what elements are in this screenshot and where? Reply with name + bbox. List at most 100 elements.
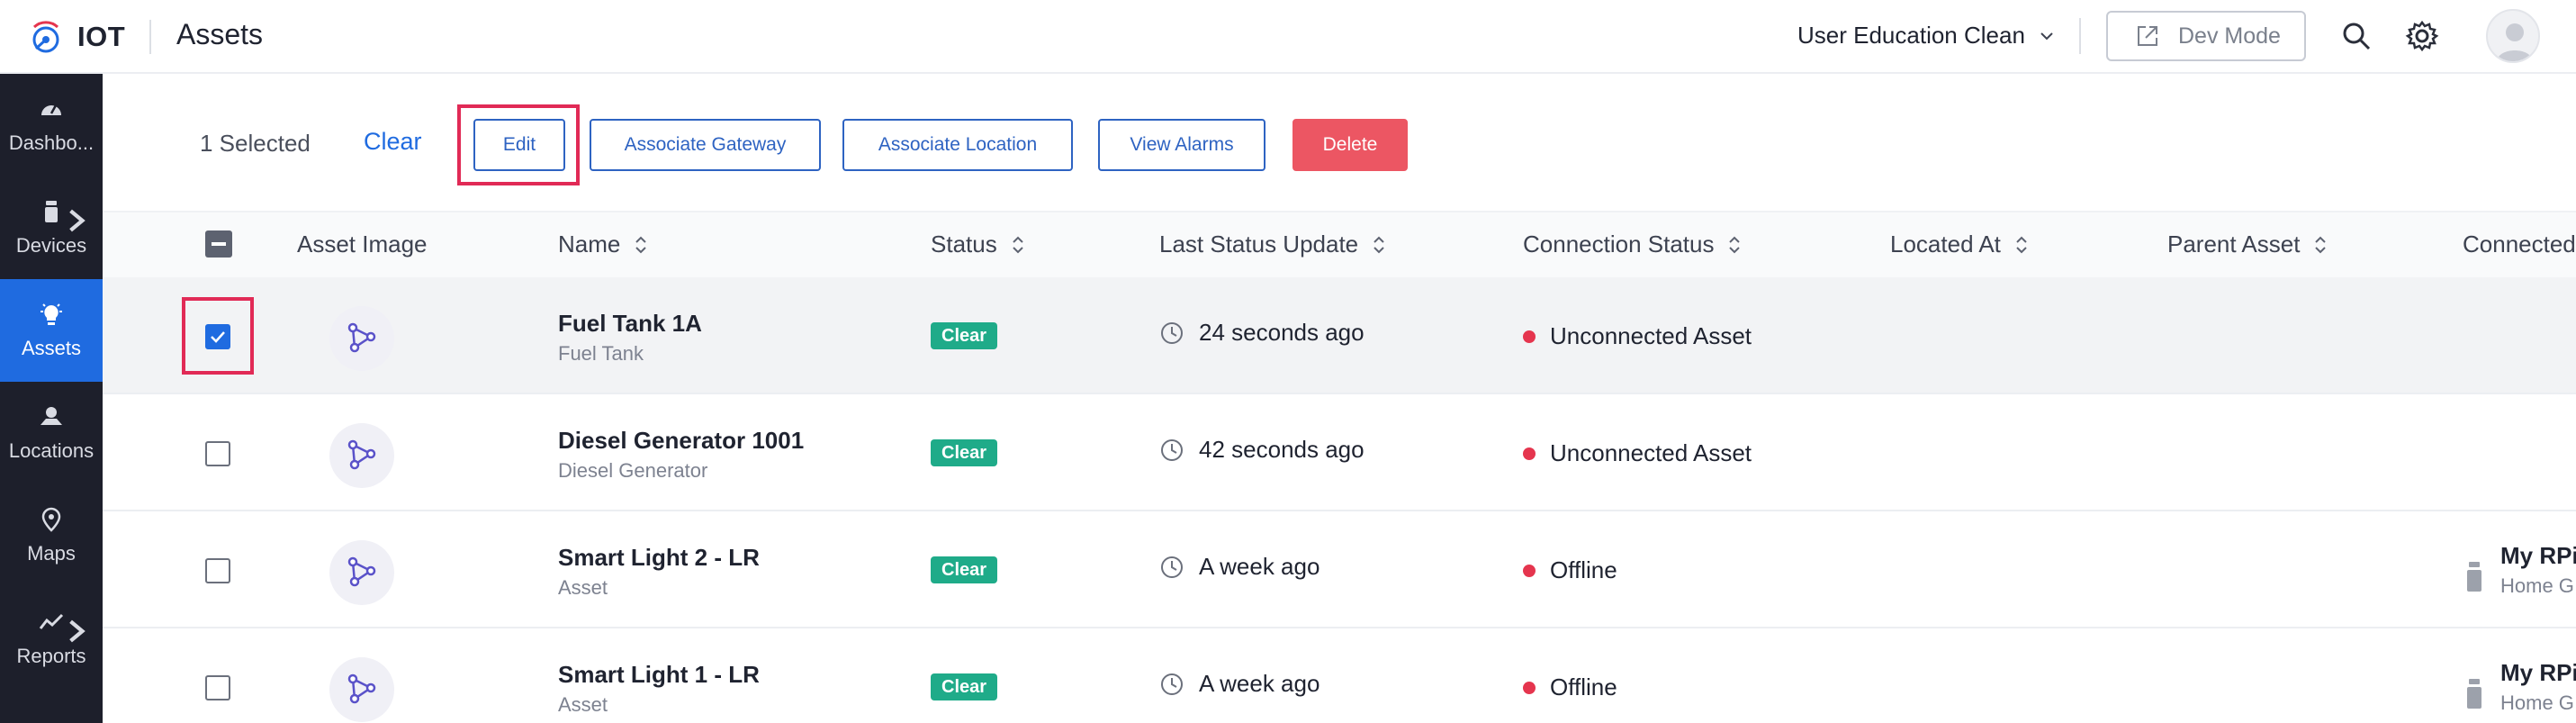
column-header-parent-asset[interactable]: Parent Asset bbox=[2167, 230, 2328, 258]
status-badge: Clear bbox=[931, 673, 998, 700]
topbar-divider bbox=[149, 20, 151, 54]
asset-type: Asset bbox=[558, 576, 608, 599]
topbar-divider-2 bbox=[2079, 18, 2081, 54]
sidebar-item-label: Assets bbox=[21, 337, 82, 359]
reports-icon bbox=[39, 613, 64, 629]
logo-text: IOT bbox=[77, 21, 126, 52]
associate-location-button[interactable]: Associate Location bbox=[842, 119, 1073, 171]
table-row[interactable]: Smart Light 2 - LR Asset Clear A week ag… bbox=[103, 511, 2576, 628]
status-dot bbox=[1523, 447, 1536, 460]
asset-type: Fuel Tank bbox=[558, 342, 644, 365]
asset-image bbox=[329, 306, 394, 371]
clock-icon bbox=[1161, 556, 1183, 578]
connected-device-name[interactable]: My RPi bbox=[2500, 542, 2576, 570]
sort-icon bbox=[635, 236, 647, 253]
column-header-located-at[interactable]: Located At bbox=[1890, 230, 2030, 258]
status-badge: Clear bbox=[931, 439, 998, 466]
sort-icon bbox=[1729, 236, 1741, 253]
sort-icon bbox=[2315, 236, 2327, 253]
column-header-connection-status[interactable]: Connection Status bbox=[1523, 230, 1743, 258]
table-header: Asset Image Name Status Last Status Upda… bbox=[103, 211, 2576, 277]
devices-icon bbox=[45, 201, 58, 222]
connection-status: Unconnected Asset bbox=[1523, 322, 1752, 350]
edit-button-highlight bbox=[457, 104, 580, 185]
device-icon bbox=[2467, 679, 2481, 709]
column-header-connected[interactable]: Connected bbox=[2463, 230, 2576, 258]
dev-mode-label: Dev Mode bbox=[2178, 23, 2281, 49]
top-bar: IOT Assets User Education Clean Dev Mode bbox=[0, 0, 2576, 74]
asset-type: Diesel Generator bbox=[558, 459, 708, 482]
external-link-icon bbox=[2138, 26, 2157, 46]
select-all-checkbox[interactable] bbox=[205, 230, 232, 258]
column-header-status[interactable]: Status bbox=[931, 230, 1026, 258]
table-row[interactable]: Smart Light 1 - LR Asset Clear A week ag… bbox=[103, 628, 2576, 723]
table-row[interactable]: Diesel Generator 1001 Diesel Generator C… bbox=[103, 394, 2576, 511]
clear-selection-link[interactable]: Clear bbox=[364, 128, 422, 156]
selected-count: 1 Selected bbox=[200, 130, 311, 157]
sidebar-item-locations[interactable]: Locations bbox=[0, 382, 103, 484]
app-logo[interactable]: IOT bbox=[25, 16, 125, 58]
asset-icon bbox=[347, 439, 376, 470]
sidebar-item-label: Dashbo... bbox=[8, 131, 95, 154]
status-badge: Clear bbox=[931, 556, 998, 583]
asset-image bbox=[329, 657, 394, 722]
asset-name[interactable]: Smart Light 1 - LR bbox=[558, 661, 760, 689]
asset-icon bbox=[347, 556, 376, 587]
sidebar-item-reports[interactable]: Reports bbox=[0, 587, 103, 690]
row-checkbox[interactable] bbox=[205, 558, 230, 583]
sidebar-item-label: Devices bbox=[15, 234, 87, 257]
connected-device-location: Home G bbox=[2500, 574, 2574, 597]
avatar[interactable] bbox=[2486, 9, 2540, 63]
clock-icon bbox=[1161, 321, 1183, 344]
last-status-update: 42 seconds ago bbox=[1159, 436, 1365, 464]
chevron-right-icon bbox=[69, 209, 86, 232]
delete-button[interactable]: Delete bbox=[1293, 119, 1408, 171]
last-status-update: A week ago bbox=[1159, 670, 1320, 698]
sidebar-item-dashboard[interactable]: Dashbo... bbox=[0, 74, 103, 176]
sort-icon bbox=[2016, 236, 2027, 253]
sort-icon bbox=[1374, 236, 1384, 253]
map-pin-icon bbox=[41, 507, 61, 532]
sidebar-item-devices[interactable]: Devices bbox=[0, 176, 103, 279]
view-alarms-button[interactable]: View Alarms bbox=[1098, 119, 1265, 171]
page-title: Assets bbox=[176, 18, 264, 50]
connected-device-location: Home G bbox=[2500, 691, 2574, 714]
chevron-right-icon bbox=[69, 619, 86, 643]
column-header-name[interactable]: Name bbox=[558, 230, 649, 258]
bulk-action-bar: 1 Selected Clear Edit Associate Gateway … bbox=[103, 74, 2576, 211]
status-dot bbox=[1523, 330, 1536, 343]
sidebar-item-maps[interactable]: Maps bbox=[0, 484, 103, 587]
account-switcher[interactable]: User Education Clean bbox=[1797, 22, 2056, 50]
clock-icon bbox=[1161, 673, 1183, 695]
status-badge: Clear bbox=[931, 322, 998, 349]
row-checkbox[interactable] bbox=[205, 441, 230, 466]
connection-status: Offline bbox=[1523, 556, 1617, 584]
sidebar-item-assets[interactable]: Assets bbox=[0, 279, 103, 382]
asset-icon bbox=[347, 322, 376, 353]
asset-image bbox=[329, 423, 394, 488]
asset-type: Asset bbox=[558, 693, 608, 716]
asset-name[interactable]: Fuel Tank 1A bbox=[558, 310, 702, 338]
asset-image bbox=[329, 540, 394, 605]
chevron-down-icon bbox=[2040, 32, 2053, 40]
connected-device-name[interactable]: My RPi bbox=[2500, 659, 2576, 687]
connection-status: Offline bbox=[1523, 673, 1617, 701]
iot-logo-icon bbox=[32, 21, 59, 53]
status-dot bbox=[1523, 564, 1536, 577]
connection-status: Unconnected Asset bbox=[1523, 439, 1752, 467]
asset-name[interactable]: Diesel Generator 1001 bbox=[558, 427, 804, 455]
bulb-icon bbox=[41, 303, 62, 325]
sidebar-item-label: Maps bbox=[27, 542, 76, 565]
device-icon bbox=[2467, 562, 2481, 592]
sidebar: Dashbo... Devices Assets Locations Maps bbox=[0, 74, 103, 723]
gear-icon[interactable] bbox=[2405, 19, 2439, 53]
row-checkbox[interactable] bbox=[205, 675, 230, 700]
associate-gateway-button[interactable]: Associate Gateway bbox=[590, 119, 821, 171]
search-icon[interactable] bbox=[2340, 20, 2373, 52]
dashboard-icon bbox=[41, 104, 61, 115]
dev-mode-button[interactable]: Dev Mode bbox=[2106, 11, 2306, 61]
last-status-update: A week ago bbox=[1159, 553, 1320, 581]
column-header-last-status-update[interactable]: Last Status Update bbox=[1159, 230, 1387, 258]
table-row[interactable]: Fuel Tank 1A Fuel Tank Clear 24 seconds … bbox=[103, 277, 2576, 394]
asset-name[interactable]: Smart Light 2 - LR bbox=[558, 544, 760, 572]
